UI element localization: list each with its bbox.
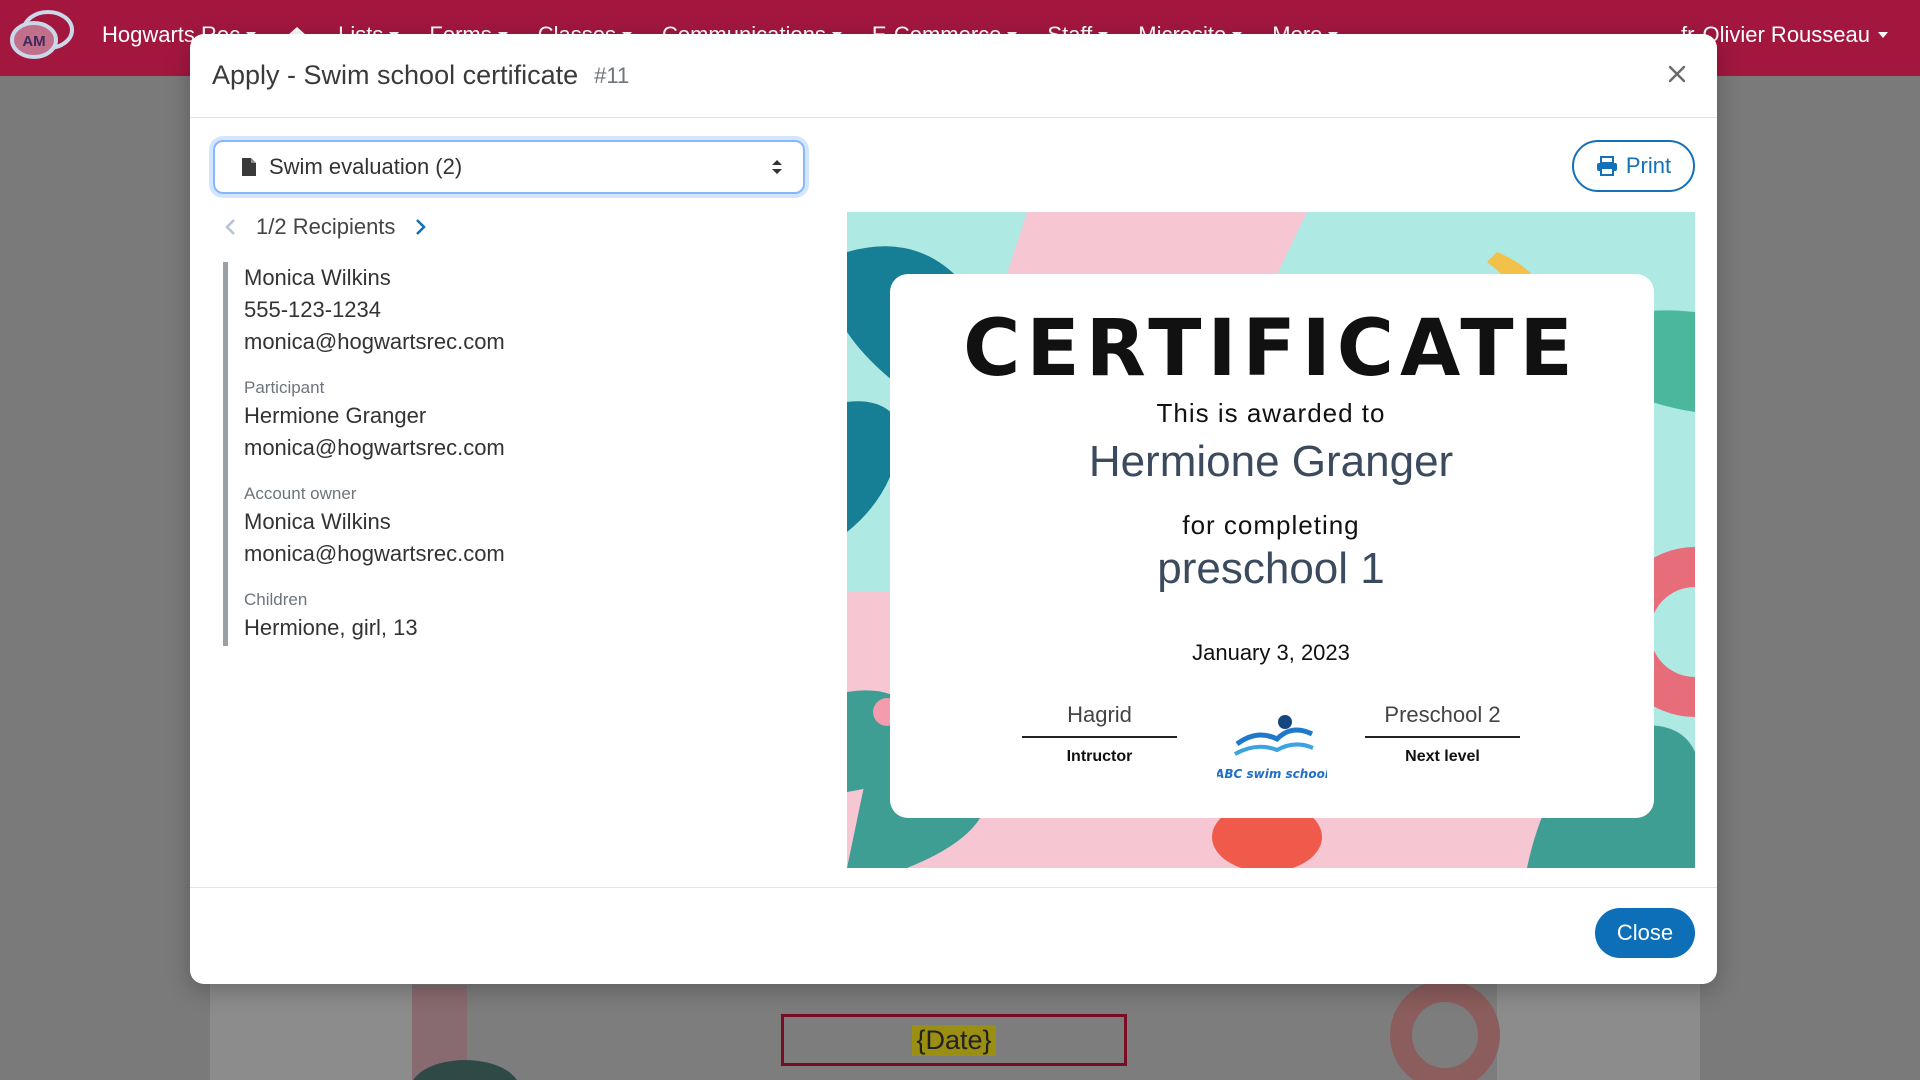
participant-label: Participant	[244, 378, 325, 397]
date-placeholder: {Date}	[912, 1024, 996, 1056]
certificate-awarded-to: This is awarded to	[1156, 398, 1386, 428]
recipient-email: monica@hogwartsrec.com	[244, 329, 505, 354]
print-button[interactable]: Print	[1572, 140, 1695, 192]
next-level-signature: Preschool 2 Next level	[1365, 702, 1520, 766]
children-value: Hermione, girl, 13	[244, 615, 418, 640]
next-level-role: Next level	[1405, 748, 1480, 765]
close-button[interactable]: Close	[1595, 908, 1695, 958]
recipients-count: 1/2 Recipients	[256, 214, 396, 239]
background-decoration	[1390, 980, 1500, 1080]
printer-icon	[1596, 156, 1617, 176]
swim-school-logo-icon: ABC swim school	[1217, 715, 1327, 781]
logo-caption: ABC swim school	[1217, 767, 1327, 781]
recipient-phone: 555-123-1234	[244, 297, 382, 322]
logo-text: AM	[22, 33, 45, 50]
participant-name: Hermione Granger	[244, 403, 427, 428]
recipient-name: Monica Wilkins	[244, 265, 391, 290]
certificate-date: January 3, 2023	[1192, 640, 1350, 665]
close-icon[interactable]	[1659, 56, 1695, 92]
modal-number: #11	[594, 62, 630, 88]
print-label: Print	[1625, 153, 1672, 178]
account-owner-label: Account owner	[244, 484, 357, 503]
file-icon	[242, 158, 256, 176]
modal-title: Apply - Swim school certificate	[212, 60, 579, 90]
date-placeholder-box: {Date}	[781, 1014, 1127, 1066]
chevron-right-icon[interactable]	[409, 216, 431, 238]
certificate-for-completing: for completing	[1182, 510, 1360, 540]
certificate-preview: CERTIFICATE This is awarded to Hermione …	[847, 212, 1695, 868]
certificate-title: CERTIFICATE	[963, 304, 1579, 394]
modal-footer: Close	[190, 887, 1717, 984]
participant-email: monica@hogwartsrec.com	[244, 435, 505, 460]
certificate-course: preschool 1	[1157, 544, 1385, 593]
app-logo-icon[interactable]: AM	[8, 8, 74, 62]
account-owner-email: monica@hogwartsrec.com	[244, 541, 505, 566]
template-select[interactable]: Swim evaluation (2)	[213, 140, 805, 194]
children-label: Children	[244, 590, 308, 609]
user-name: Olivier Rousseau	[1702, 22, 1870, 47]
recipient-details: Monica Wilkins 555-123-1234 monica@hogwa…	[223, 262, 723, 646]
apply-certificate-modal: Apply - Swim school certificate #11 Swim…	[190, 34, 1717, 984]
chevron-left-icon[interactable]	[220, 216, 242, 238]
caret-down-icon	[1878, 32, 1888, 38]
template-select-value: Swim evaluation (2)	[269, 154, 463, 179]
next-level-name: Preschool 2	[1365, 702, 1520, 738]
instructor-name: Hagrid	[1022, 702, 1177, 738]
close-label: Close	[1616, 920, 1674, 945]
recipients-pager: 1/2 Recipients	[220, 214, 431, 240]
modal-header: Apply - Swim school certificate #11	[190, 34, 1717, 118]
sort-updown-icon	[772, 160, 782, 174]
certificate-recipient-name: Hermione Granger	[1088, 437, 1454, 486]
instructor-role: Intructor	[1066, 748, 1133, 765]
instructor-signature: Hagrid Intructor	[1022, 702, 1177, 766]
account-owner-name: Monica Wilkins	[244, 509, 391, 534]
